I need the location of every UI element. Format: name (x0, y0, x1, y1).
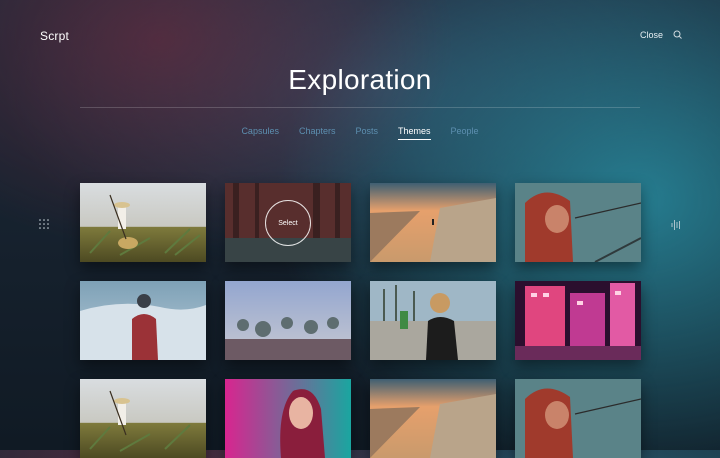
logo[interactable]: Scrpt (40, 29, 69, 43)
photo-red-hood-fisherman[interactable] (515, 183, 641, 262)
tab-posts[interactable]: Posts (356, 126, 379, 140)
close-button[interactable]: Close (640, 30, 663, 40)
photo-red-hood-fisherman-2[interactable] (515, 379, 641, 458)
desert-road-image (370, 183, 496, 262)
page-title: Exploration (288, 64, 432, 95)
photo-neon-portrait[interactable] (225, 379, 351, 458)
title-divider (80, 107, 640, 108)
desert-road-image-2 (370, 379, 496, 458)
agave-farmer-image (80, 183, 206, 262)
grid-dots-icon[interactable] (39, 219, 49, 229)
photo-desert-road[interactable] (370, 183, 496, 262)
tab-capsules[interactable]: Capsules (241, 126, 279, 140)
photo-neon-city[interactable] (515, 281, 641, 360)
neon-city-image (515, 281, 641, 360)
tab-chapters[interactable]: Chapters (299, 126, 336, 140)
red-hood-fisherman-image (515, 183, 641, 262)
red-hood-fisherman-image-2 (515, 379, 641, 458)
search-icon[interactable] (672, 29, 684, 41)
photo-snow-hiker[interactable] (80, 281, 206, 360)
tab-bar: Capsules Chapters Posts Themes People (0, 126, 720, 140)
misty-forest-image (225, 281, 351, 360)
tab-themes[interactable]: Themes (398, 126, 431, 140)
photo-agave-farmer-2[interactable] (80, 379, 206, 458)
photo-misty-forest[interactable] (225, 281, 351, 360)
photo-red-forest[interactable]: Select (225, 183, 351, 262)
snow-hiker-image (80, 281, 206, 360)
photo-agave-farmer[interactable] (80, 183, 206, 262)
photo-beach-skater[interactable] (370, 281, 496, 360)
photo-desert-road-2[interactable] (370, 379, 496, 458)
agave-farmer-image-2 (80, 379, 206, 458)
vertical-bars-icon[interactable] (671, 219, 681, 231)
beach-skater-image (370, 281, 496, 360)
neon-portrait-image (225, 379, 351, 458)
select-button[interactable]: Select (265, 200, 311, 246)
tab-people[interactable]: People (451, 126, 479, 140)
